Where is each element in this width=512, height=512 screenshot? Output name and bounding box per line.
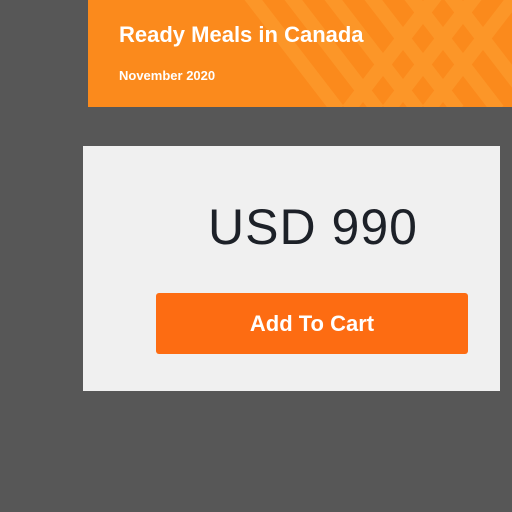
report-date: November 2020 bbox=[119, 68, 216, 83]
price-card: USD 990 Add To Cart bbox=[83, 146, 500, 391]
page: Ready Meals in Canada November 2020 USD … bbox=[0, 0, 512, 512]
price: USD 990 bbox=[208, 199, 418, 255]
report-title: Ready Meals in Canada bbox=[119, 22, 364, 47]
add-to-cart-button[interactable]: Add To Cart bbox=[156, 293, 468, 354]
report-banner: Ready Meals in Canada November 2020 bbox=[88, 0, 512, 107]
banner-pattern bbox=[244, 0, 512, 107]
